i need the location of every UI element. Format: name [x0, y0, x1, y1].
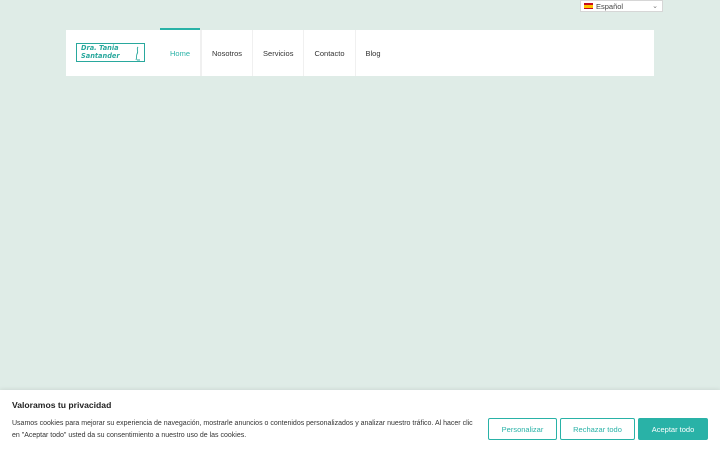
nav-item-contacto[interactable]: Contacto — [304, 30, 356, 76]
chevron-down-icon: ⌄ — [652, 3, 658, 10]
nav-item-servicios[interactable]: Servicios — [253, 30, 305, 76]
nav-item-blog[interactable]: Blog — [356, 30, 391, 76]
cookie-banner: Valoramos tu privacidad Usamos cookies p… — [0, 390, 720, 450]
main-nav: Home Nosotros Servicios Contacto Blog — [160, 28, 391, 76]
site-logo[interactable]: Dra. Tania Santander — [76, 43, 145, 62]
tooth-icon — [135, 46, 140, 61]
nav-item-home[interactable]: Home — [160, 28, 202, 76]
page: Español ⌄ Dra. Tania Santander Home Noso… — [0, 0, 720, 450]
customize-button[interactable]: Personalizar — [488, 418, 557, 440]
cookie-text: Usamos cookies para mejorar su experienc… — [12, 420, 473, 439]
nav-item-nosotros[interactable]: Nosotros — [201, 30, 254, 76]
accept-all-button[interactable]: Aceptar todo — [638, 418, 708, 440]
language-label: Español — [596, 1, 624, 11]
cookie-title: Valoramos tu privacidad — [12, 400, 112, 410]
site-header: Dra. Tania Santander Home Nosotros Servi… — [66, 28, 654, 76]
language-selector[interactable]: Español ⌄ — [580, 0, 663, 12]
reject-all-button[interactable]: Rechazar todo — [560, 418, 635, 440]
spain-flag-icon — [584, 3, 593, 9]
